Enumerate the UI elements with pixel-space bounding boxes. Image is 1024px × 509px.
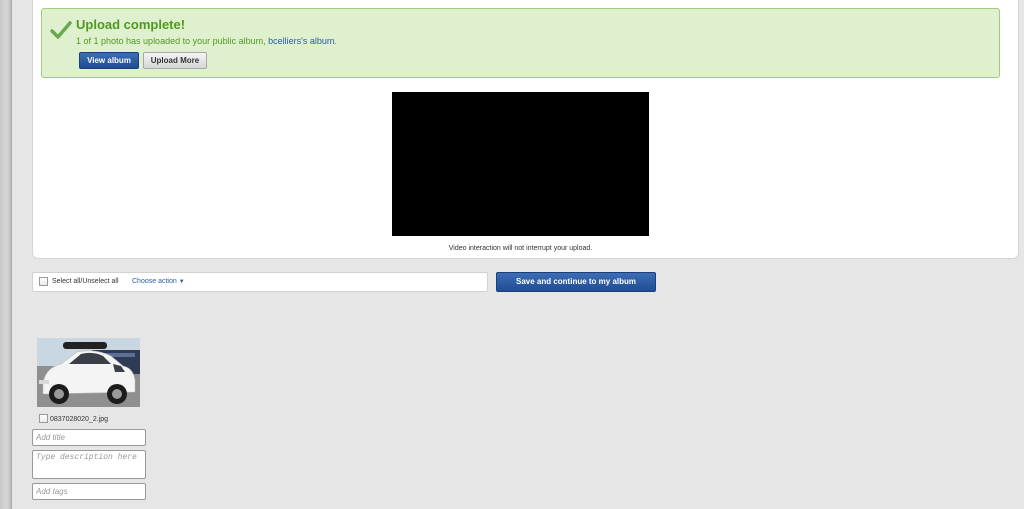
notice-message: 1 of 1 photo has uploaded to your public…	[76, 36, 337, 46]
select-all-label: Select all/Unselect all	[52, 278, 119, 285]
select-all-checkbox[interactable]	[39, 277, 48, 286]
photo-description-input[interactable]	[32, 450, 146, 479]
album-link[interactable]: bcelliers's album	[268, 36, 334, 46]
choose-action-label: Choose action	[132, 278, 177, 285]
upload-complete-notice: Upload complete! 1 of 1 photo has upload…	[41, 8, 1000, 78]
upload-page: Upload complete! 1 of 1 photo has upload…	[12, 0, 1024, 509]
photo-select-checkbox[interactable]	[39, 414, 48, 423]
notice-message-text: 1 of 1 photo has uploaded to your public…	[76, 36, 269, 46]
choose-action-dropdown[interactable]: Choose action ▼	[132, 278, 185, 285]
checkmark-icon	[50, 21, 72, 39]
notice-message-end: .	[334, 36, 337, 46]
left-window-edge	[0, 0, 12, 509]
upload-panel: Upload complete! 1 of 1 photo has upload…	[32, 0, 1019, 259]
bulk-action-bar: Select all/Unselect all Choose action ▼	[32, 272, 488, 292]
view-album-button[interactable]: View album	[79, 52, 139, 69]
photo-filename: 0837028020_2.jpg	[50, 416, 109, 423]
upload-more-button[interactable]: Upload More	[143, 52, 207, 69]
chevron-down-icon: ▼	[178, 279, 185, 285]
video-note: Video interaction will not interrupt you…	[448, 245, 593, 252]
notice-title: Upload complete!	[76, 17, 186, 32]
car-photo-image	[37, 338, 140, 407]
photo-tags-input[interactable]	[32, 483, 146, 500]
video-player[interactable]	[392, 92, 649, 236]
photo-thumbnail[interactable]	[37, 338, 140, 407]
save-and-continue-button[interactable]: Save and continue to my album	[496, 272, 656, 292]
photo-title-input[interactable]	[32, 429, 146, 446]
